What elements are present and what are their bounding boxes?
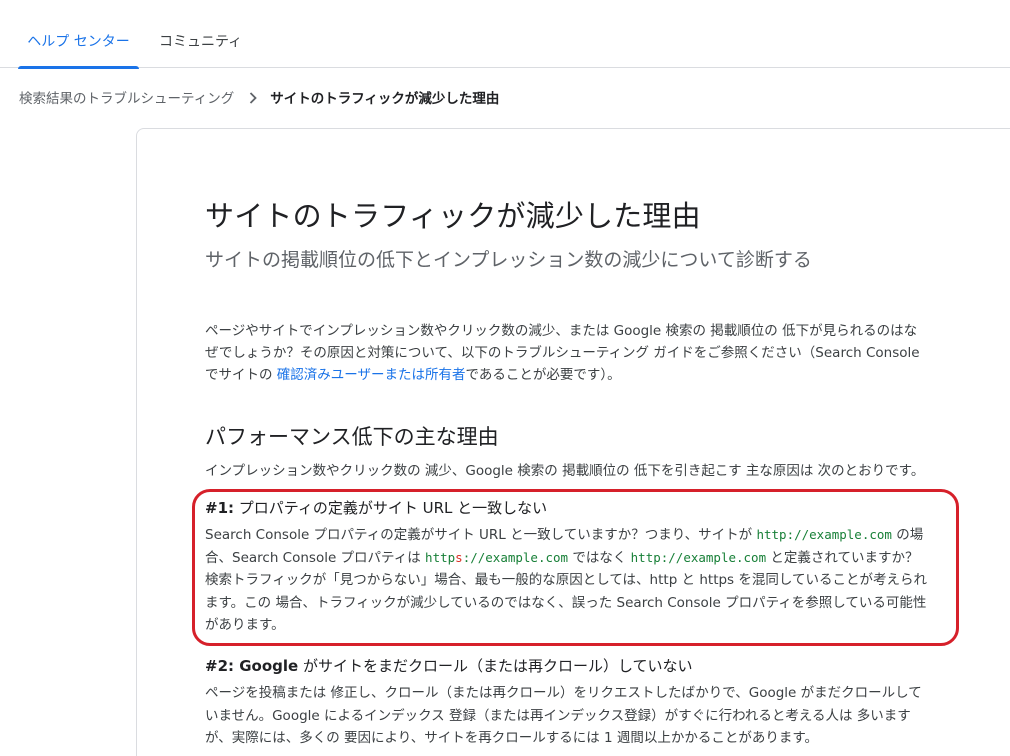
tab-community[interactable]: コミュニティ (159, 0, 242, 68)
reason-1-code-http: http://example.com (756, 527, 892, 542)
reason-1: #1: プロパティの定義がサイト URL と一致しない Search Conso… (205, 497, 935, 637)
code-part: http (425, 549, 456, 565)
chevron-right-icon (248, 89, 258, 109)
reason-1-title: #1: プロパティの定義がサイト URL と一致しない (205, 497, 935, 519)
article-content: サイトのトラフィックが減少した理由 サイトの掲載順位の低下とインプレッション数の… (205, 196, 935, 482)
breadcrumb-current: サイトのトラフィックが減少した理由 (270, 91, 500, 107)
reason-1-number: #1: (205, 499, 235, 517)
section-description: インプレッション数やクリック数の 減少、Google 検索の 掲載順位の 低下を… (205, 463, 925, 479)
intro-text-2: であることが必要です）。 (465, 367, 621, 383)
verified-owner-link[interactable]: 確認済みユーザーまたは所有者 (277, 367, 466, 383)
reason-1-text: ではなく (568, 549, 631, 566)
section-heading: パフォーマンス低下の主な理由 (205, 425, 499, 449)
reason-2-body: ページを投稿または 修正し、クロール（または再クロール）をリクエストしたばかりで… (205, 685, 922, 746)
intro-paragraph: ページやサイトでインプレッション数やクリック数の減少、または Google 検索… (205, 320, 930, 386)
reason-2-title: #2: Google がサイトをまだクロール（または再クロール）していない (205, 655, 935, 677)
reason-1-code-http-2: http://example.com (630, 549, 767, 565)
code-part: ://example.com (462, 549, 569, 565)
reason-2: #2: Google がサイトをまだクロール（または再クロール）していない ペー… (205, 655, 935, 750)
page-subtitle: サイトの掲載順位の低下とインプレッション数の減少について診断する (205, 249, 812, 271)
breadcrumb: 検索結果のトラブルシューティング サイトのトラフィックが減少した理由 (19, 89, 499, 109)
page-title: サイトのトラフィックが減少した理由 (205, 199, 701, 233)
reason-1-body: Search Console プロパティの定義がサイト URL と一致しています… (205, 524, 935, 637)
reason-1-code-https: https://example.com (425, 550, 568, 565)
reason-2-heading: がサイトをまだクロール（または再クロール）していない (298, 657, 693, 675)
top-navigation: ヘルプ センター コミュニティ (0, 0, 1010, 69)
breadcrumb-parent-link[interactable]: 検索結果のトラブルシューティング (19, 91, 234, 107)
reason-1-heading: プロパティの定義がサイト URL と一致しない (234, 499, 548, 517)
reason-2-number: #2: Google (205, 657, 299, 675)
tab-help-center[interactable]: ヘルプ センター (18, 0, 139, 69)
code-highlight-s: s (455, 549, 463, 565)
reason-1-text: Search Console プロパティの定義がサイト URL と一致しています… (205, 527, 757, 543)
